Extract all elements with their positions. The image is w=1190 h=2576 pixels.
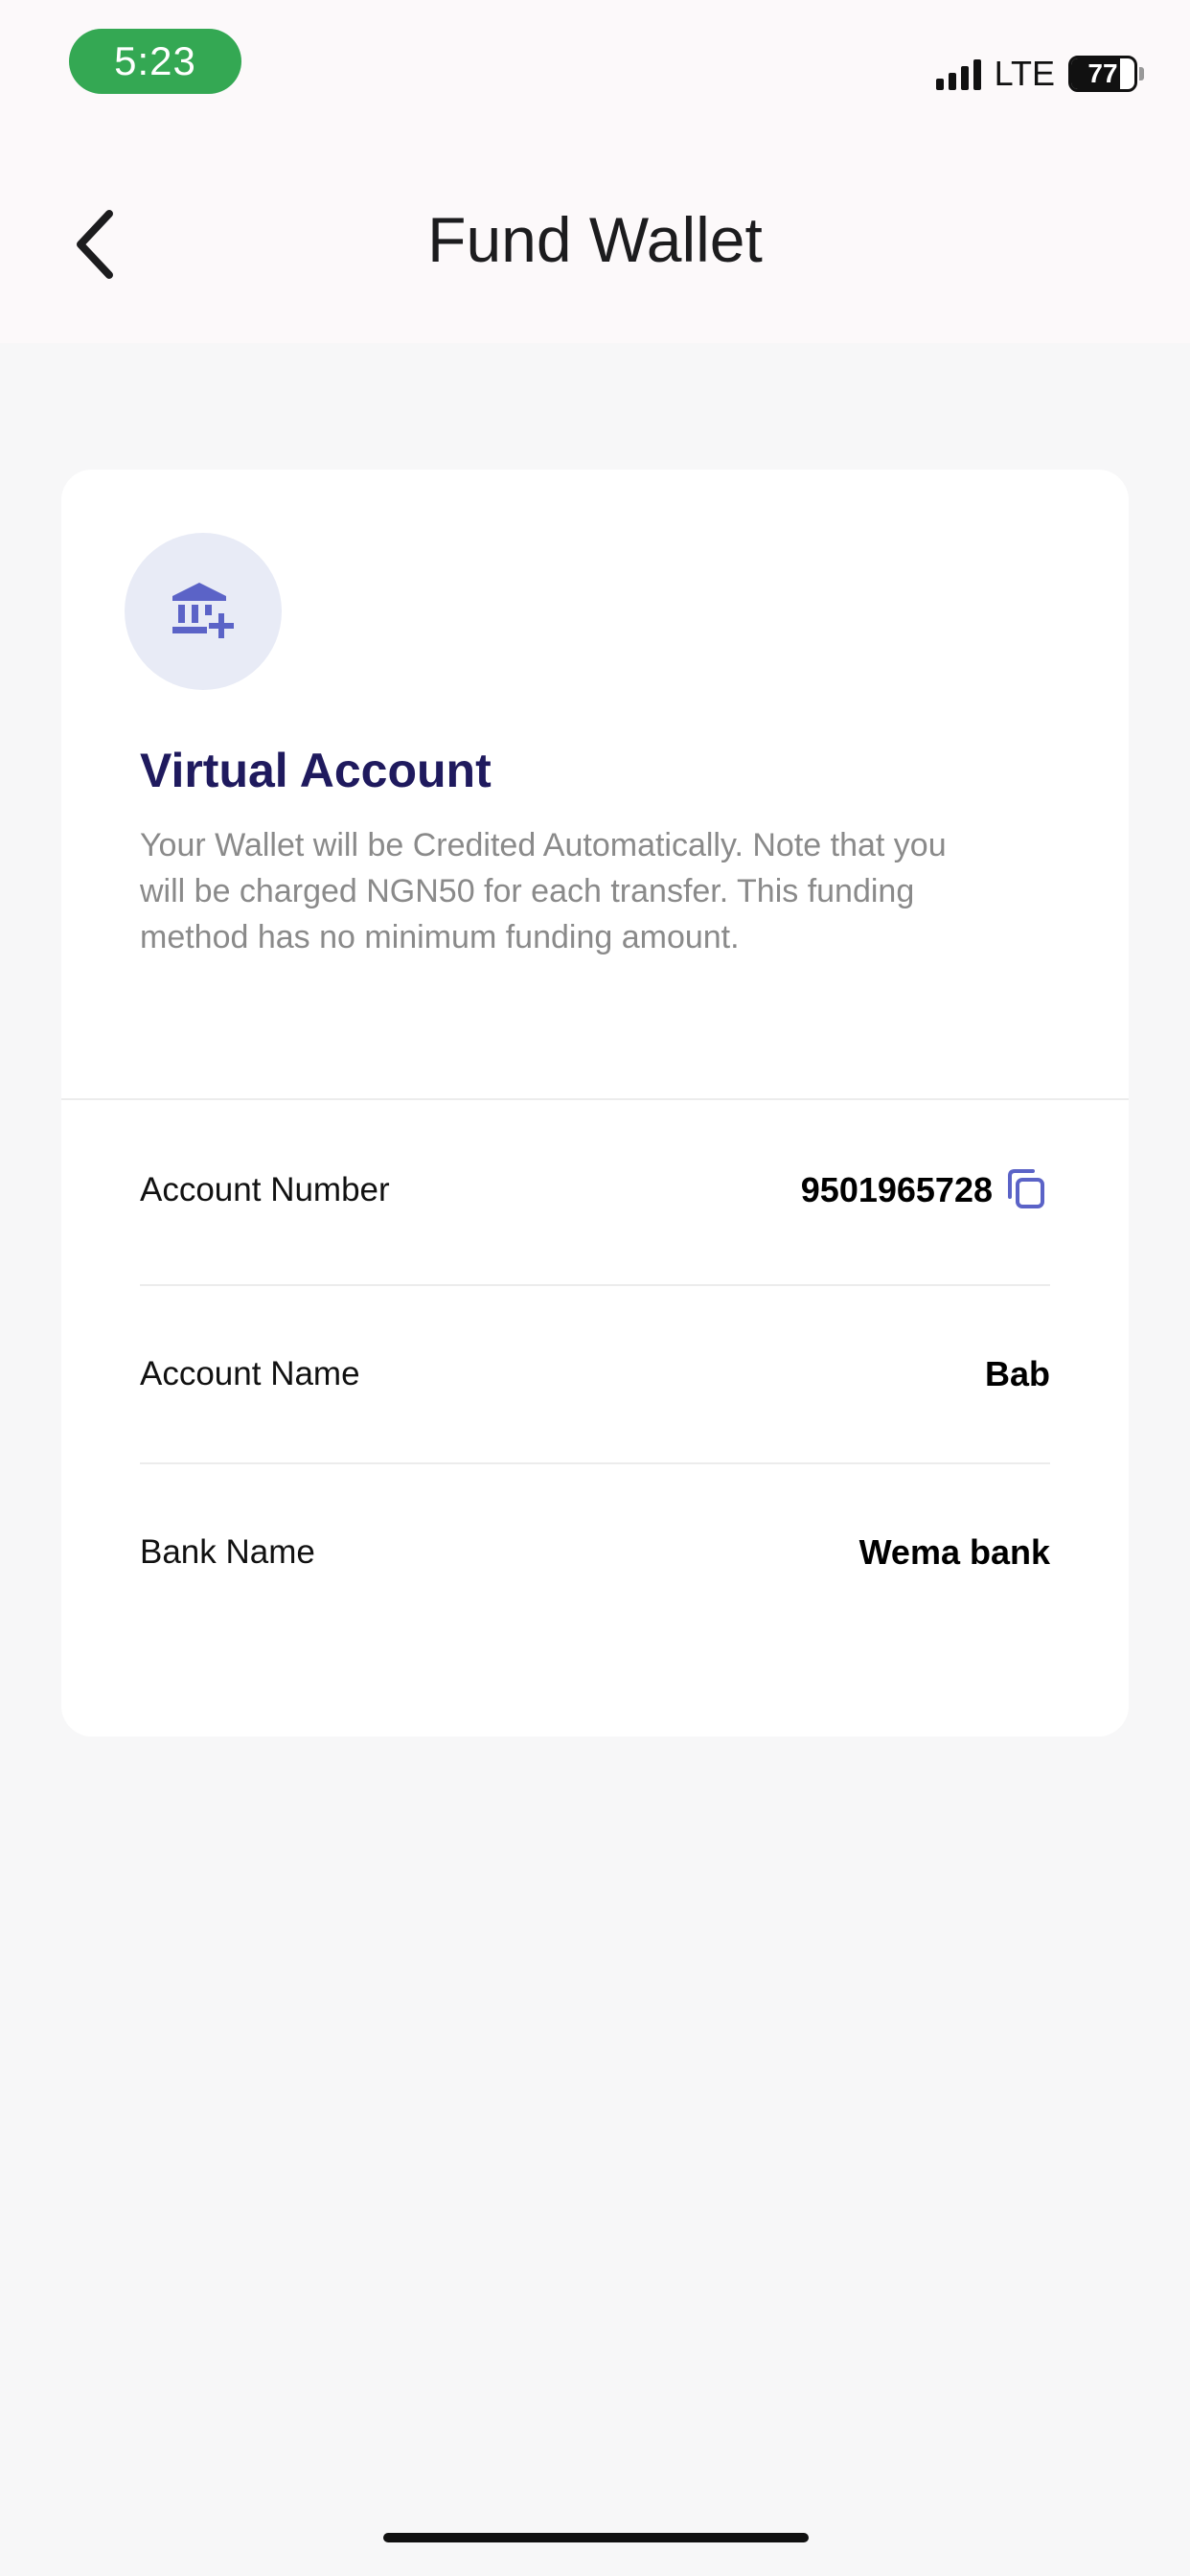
account-name-value: Bab — [984, 1354, 1050, 1393]
account-number-row: Account Number 9501965728 — [140, 1152, 1050, 1229]
divider — [140, 1462, 1050, 1464]
account-number-value-group: 9501965728 — [801, 1166, 1050, 1214]
virtual-account-card: Virtual Account Your Wallet will be Cred… — [61, 470, 1129, 1736]
battery-level: 77 — [1087, 58, 1118, 88]
section-description: Your Wallet will be Credited Automatical… — [140, 827, 947, 955]
bank-icon-container — [125, 533, 282, 690]
bank-name-value: Wema bank — [858, 1532, 1050, 1572]
bank-add-icon — [172, 583, 234, 638]
network-type: LTE — [994, 54, 1055, 93]
battery-icon: 77 — [1068, 56, 1137, 92]
status-icons: LTE 77 — [935, 50, 1144, 98]
bank-name-label: Bank Name — [140, 1533, 315, 1571]
bank-name-row: Bank Name Wema bank — [140, 1514, 1050, 1591]
account-number-label: Account Number — [140, 1171, 390, 1208]
section-title: Virtual Account — [140, 744, 492, 797]
status-time: 5:23 — [69, 29, 241, 94]
account-name-row: Account Name Bab — [140, 1336, 1050, 1413]
copy-icon[interactable] — [1002, 1166, 1050, 1214]
divider — [140, 1284, 1050, 1286]
battery-nub — [1139, 67, 1144, 80]
page-title: Fund Wallet — [427, 204, 763, 275]
home-indicator[interactable] — [383, 2533, 809, 2542]
signal-icon — [935, 58, 981, 90]
account-number-value: 9501965728 — [800, 1170, 993, 1209]
account-name-label: Account Name — [140, 1355, 360, 1392]
divider — [61, 1098, 1129, 1100]
